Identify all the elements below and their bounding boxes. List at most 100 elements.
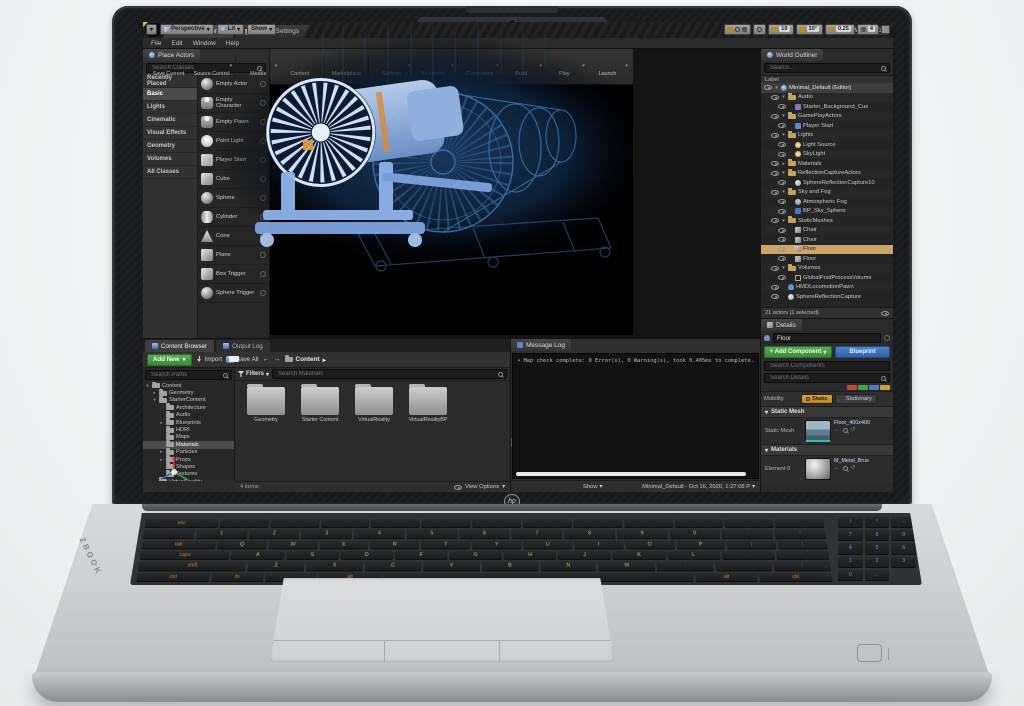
category-green-icon[interactable]	[858, 385, 868, 390]
key-7[interactable]: 7	[511, 530, 563, 539]
touchpad-left-button[interactable]	[270, 641, 384, 662]
key-5[interactable]: 5	[406, 530, 458, 539]
visibility-eye-icon[interactable]	[778, 123, 786, 129]
outliner-row[interactable]: Chair	[761, 225, 893, 235]
touchpad-right-button[interactable]	[499, 641, 614, 662]
asset-search-input[interactable]	[276, 370, 496, 378]
category-blue-icon[interactable]	[869, 385, 879, 390]
outliner-row[interactable]: BP_Sky_Sphere	[761, 206, 893, 216]
outliner-row[interactable]: SphereReflectionCapture10	[761, 178, 893, 188]
numpad-key-/[interactable]: /	[838, 517, 863, 529]
outliner-row[interactable]: ▾ ReflectionCaptureActors	[761, 168, 893, 178]
key-=[interactable]: =	[774, 530, 827, 539]
tree-folder-row[interactable]: ▸ Geometry	[143, 388, 234, 396]
key-F[interactable]: F	[394, 551, 448, 561]
expander-icon[interactable]: ▾	[152, 397, 157, 403]
numpad-key-6[interactable]: 6	[891, 543, 916, 555]
view-options-button[interactable]: View Options	[454, 484, 505, 490]
key-blank[interactable]	[724, 519, 775, 529]
touchpad-middle-button[interactable]	[384, 641, 499, 662]
visibility-eye-icon[interactable]	[771, 189, 779, 195]
tree-folder-row[interactable]: ▸ Blueprints	[143, 418, 234, 426]
asset-thumbnail[interactable]	[805, 420, 831, 442]
outliner-row[interactable]: Player Start	[761, 121, 893, 131]
outliner-row[interactable]: ▾ Minimal_Default (Editor)	[761, 83, 893, 93]
reset-icon[interactable]	[851, 427, 856, 433]
visibility-eye-icon[interactable]	[778, 142, 786, 148]
details-header[interactable]: Details	[761, 319, 802, 331]
numpad-key-0[interactable]: 0	[838, 569, 863, 581]
expander-icon[interactable]: ▸	[152, 390, 157, 396]
numpad-key-.[interactable]: .	[864, 569, 890, 581]
key-2[interactable]: 2	[248, 530, 300, 539]
find-asset-icon[interactable]	[842, 427, 848, 433]
key-alt[interactable]: alt	[695, 572, 759, 582]
category-yellow-icon[interactable]	[880, 385, 890, 390]
search-components-input[interactable]	[768, 362, 886, 370]
key-G[interactable]: G	[449, 551, 502, 561]
eye-icon[interactable]	[881, 310, 889, 316]
back-button[interactable]	[263, 356, 270, 363]
asset-search-box[interactable]	[272, 369, 507, 379]
key-[[interactable]: [	[726, 540, 777, 550]
key-3[interactable]: 3	[300, 530, 353, 539]
key-Y[interactable]: Y	[472, 540, 522, 550]
section-header[interactable]: Materials	[761, 444, 893, 455]
key-Q[interactable]: Q	[216, 540, 267, 550]
expander-icon[interactable]: ▾	[781, 94, 786, 100]
filters-button[interactable]: Filters	[238, 371, 269, 378]
numpad-key-*[interactable]: *	[864, 517, 890, 529]
key-,[interactable]: ,	[656, 562, 714, 572]
log-timestamp-dropdown[interactable]: Minimal_Default - Oct 16, 2020, 1:27:08 …	[642, 484, 755, 490]
key-blank[interactable]	[371, 519, 421, 529]
key-R[interactable]: R	[370, 540, 420, 550]
folder-tile[interactable]: Starter Content	[297, 384, 343, 423]
visibility-eye-icon[interactable]	[778, 246, 786, 252]
reset-icon[interactable]	[851, 465, 856, 471]
key-J[interactable]: J	[558, 551, 612, 561]
key-C[interactable]: C	[364, 562, 422, 572]
tree-folder-row[interactable]: Materials	[143, 440, 234, 449]
outliner-row[interactable]: Chair	[761, 235, 893, 245]
key-blank[interactable]	[623, 519, 673, 529]
key-N[interactable]: N	[540, 562, 597, 572]
key-tab[interactable]: tab	[141, 540, 216, 550]
key-Z[interactable]: Z	[247, 562, 305, 572]
outliner-row[interactable]: Atmospheric Fog	[761, 197, 893, 207]
visibility-eye-icon[interactable]	[771, 284, 779, 290]
key-;[interactable]: ;	[721, 551, 775, 561]
asset-link[interactable]: M_Metal_Brus	[834, 458, 869, 464]
breadcrumb[interactable]: Content	[284, 355, 326, 364]
numpad-key-2[interactable]: 2	[864, 556, 890, 568]
search-details-box[interactable]	[764, 373, 890, 383]
key-`[interactable]: `	[142, 530, 195, 539]
key-1[interactable]: 1	[195, 530, 248, 539]
tree-folder-row[interactable]: Architecture	[143, 403, 234, 411]
visibility-eye-icon[interactable]	[778, 180, 786, 186]
key-blank[interactable]	[219, 519, 269, 529]
key-ctrl[interactable]: ctrl	[759, 572, 833, 582]
outliner-row[interactable]: ▾ StaticMeshes	[761, 216, 893, 226]
visibility-eye-icon[interactable]	[764, 85, 772, 91]
expander-icon[interactable]: ▾	[781, 113, 786, 119]
outliner-row[interactable]: GlobalPostProcessVolume	[761, 273, 893, 283]
key-ctrl[interactable]: ctrl	[136, 572, 210, 582]
expander-icon[interactable]: ▾	[781, 132, 786, 138]
tree-folder-row[interactable]: Audio	[143, 410, 234, 419]
visibility-eye-icon[interactable]	[771, 94, 779, 100]
visibility-eye-icon[interactable]	[778, 104, 786, 110]
numpad-key-7[interactable]: 7	[838, 530, 863, 542]
key-L[interactable]: L	[667, 551, 721, 561]
asset-thumbnail[interactable]	[805, 458, 831, 480]
key-shift[interactable]: shift	[137, 562, 247, 572]
add-component-button[interactable]: + Add Component	[764, 346, 833, 358]
key-P[interactable]: P	[675, 540, 726, 550]
visibility-eye-icon[interactable]	[771, 170, 779, 176]
search-paths-input[interactable]	[149, 371, 221, 379]
tree-folder-row[interactable]: Maps	[143, 432, 234, 441]
fingerprint-sensor[interactable]	[857, 644, 889, 662]
tree-folder-row[interactable]: HDRI	[143, 425, 234, 433]
key--[interactable]: -	[721, 530, 774, 539]
visibility-eye-icon[interactable]	[778, 256, 786, 262]
visibility-eye-icon[interactable]	[771, 132, 779, 138]
